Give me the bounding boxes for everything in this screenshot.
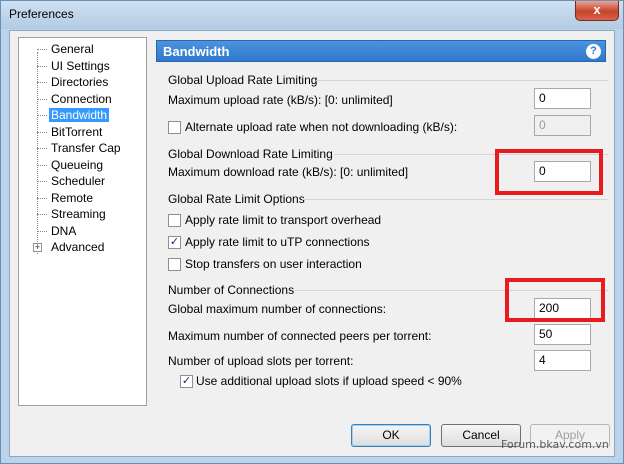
upload-group-divider [316, 80, 608, 81]
tree-item-streaming[interactable]: Streaming [19, 206, 146, 222]
tree-item-connection[interactable]: Connection [19, 91, 146, 107]
tree-item-dna[interactable]: DNA [19, 223, 146, 239]
download-group-title: Global Download Rate Limiting [168, 147, 333, 161]
tree-connector [37, 230, 47, 232]
title-bar[interactable]: Preferences x [1, 1, 623, 29]
tree-connector [37, 115, 47, 116]
stop-transfers-checkbox[interactable] [168, 258, 181, 271]
peers-per-torrent-label: Maximum number of connected peers per to… [168, 329, 432, 343]
tree-item-label: Bandwidth [49, 108, 110, 122]
close-icon: x [593, 2, 601, 17]
tree-item-label: Remote [51, 190, 94, 205]
limit-options-title: Global Rate Limit Options [168, 192, 305, 206]
connections-highlight-box [505, 278, 605, 322]
tree-connector [37, 181, 47, 182]
peers-per-torrent-input[interactable]: 50 [534, 324, 591, 345]
download-highlight-box [495, 149, 603, 195]
ok-button[interactable]: OK [351, 424, 431, 447]
tree-connector [37, 98, 47, 100]
tree-item-label: General [51, 42, 94, 56]
tree-connector [37, 49, 47, 50]
alternate-upload-checkbox[interactable] [168, 121, 181, 134]
max-download-label: Maximum download rate (kB/s): [0: unlimi… [168, 165, 409, 179]
tree-item-label: Directories [51, 75, 109, 89]
additional-slots-label: Use additional upload slots if upload sp… [196, 374, 462, 388]
section-header: Bandwidth ? [156, 40, 606, 62]
tree-item-remote[interactable]: Remote [19, 190, 146, 206]
help-icon[interactable]: ? [586, 44, 601, 59]
tree-item-ui-settings[interactable]: UI Settings [19, 58, 146, 74]
close-button[interactable]: x [575, 1, 619, 21]
tree-connector [37, 148, 47, 149]
upload-group-title: Global Upload Rate Limiting [168, 73, 318, 87]
preferences-window: Preferences x General UI Settings Director… [0, 0, 624, 464]
tree-item-label: BitTorrent [51, 124, 103, 139]
tree-connector [37, 82, 47, 83]
tree-connector [37, 214, 47, 215]
max-upload-label: Maximum upload rate (kB/s): [0: unlimite… [168, 93, 393, 107]
transport-overhead-checkbox[interactable] [168, 214, 181, 227]
tree-item-transfer-cap[interactable]: Transfer Cap [19, 140, 146, 156]
window-title: Preferences [9, 7, 74, 21]
category-tree: General UI Settings Directories Connection B… [18, 37, 147, 406]
connections-group-title: Number of Connections [168, 283, 295, 297]
utp-limit-label: Apply rate limit to uTP connections [185, 235, 370, 249]
tree-item-label: UI Settings [51, 58, 110, 73]
tree-item-label: DNA [51, 223, 77, 238]
limit-options-divider [302, 199, 608, 200]
transport-overhead-label: Apply rate limit to transport overhead [185, 213, 382, 227]
global-max-connections-label: Global maximum number of connections: [168, 302, 387, 316]
stop-transfers-label: Stop transfers on user interaction [185, 257, 362, 271]
tree-item-scheduler[interactable]: Scheduler [19, 173, 146, 189]
upload-slots-label: Number of upload slots per torrent: [168, 354, 354, 368]
alternate-upload-label: Alternate upload rate when not downloadi… [185, 120, 458, 134]
tree-item-bittorrent[interactable]: BitTorrent [19, 124, 146, 140]
tree-item-label: Connection [51, 91, 112, 106]
tree-item-label: Streaming [51, 207, 106, 221]
utp-limit-checkbox[interactable]: ✓ [168, 236, 181, 249]
tree-connector [37, 164, 47, 166]
tree-item-label: Advanced [51, 240, 105, 254]
watermark-text: Forum.bkav.com.vn [501, 438, 609, 451]
alternate-upload-input[interactable]: 0 [534, 115, 591, 136]
tree-connector [37, 131, 47, 133]
tree-item-queueing[interactable]: Queueing [19, 157, 146, 173]
section-title: Bandwidth [163, 44, 230, 59]
additional-slots-checkbox[interactable]: ✓ [180, 375, 193, 388]
tree-connector [37, 197, 47, 199]
tree-connector [37, 65, 47, 67]
tree-item-bandwidth[interactable]: Bandwidth [19, 107, 146, 123]
max-upload-input[interactable]: 0 [534, 88, 591, 109]
tree-item-label: Scheduler [51, 174, 106, 188]
dialog-client: General UI Settings Directories Connection B… [9, 30, 615, 457]
tree-expand-icon[interactable]: + [33, 243, 42, 252]
tree-item-label: Transfer Cap [51, 141, 121, 155]
tree-item-directories[interactable]: Directories [19, 74, 146, 90]
tree-item-advanced[interactable]: + Advanced [19, 239, 146, 255]
tree-item-general[interactable]: General [19, 41, 146, 57]
tree-item-label: Queueing [51, 157, 104, 172]
upload-slots-input[interactable]: 4 [534, 350, 591, 371]
